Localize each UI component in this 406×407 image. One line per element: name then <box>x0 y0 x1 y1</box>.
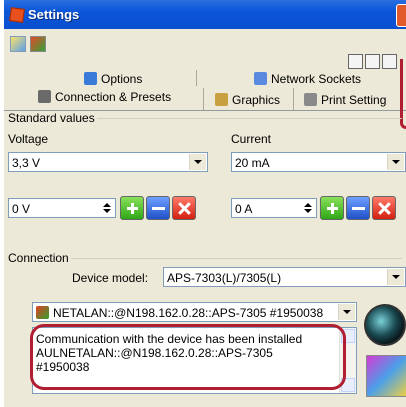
spin-arrows-icon[interactable] <box>303 203 313 213</box>
tab-divider <box>203 88 204 110</box>
annotation-highlight <box>30 324 346 390</box>
current-spin-input[interactable]: 0 A <box>231 198 317 218</box>
standard-values-group-title: Standard values <box>6 111 97 125</box>
device-tool-button[interactable] <box>366 355 406 397</box>
close-button[interactable] <box>396 4 406 27</box>
network-sockets-icon <box>254 72 267 85</box>
delete-current-button[interactable] <box>372 196 396 220</box>
remove-voltage-button[interactable] <box>146 196 170 220</box>
delete-voltage-button[interactable] <box>172 196 196 220</box>
print-icon <box>304 93 317 106</box>
settings-app-icon <box>9 7 25 23</box>
tab-divider <box>196 70 197 86</box>
connect-button[interactable] <box>364 304 406 346</box>
title-bar[interactable]: Settings <box>4 0 406 29</box>
voltage-label: Voltage <box>8 132 49 146</box>
tab-divider <box>293 88 294 110</box>
chevron-down-icon[interactable] <box>338 304 355 320</box>
tab-print-setting[interactable]: Print Setting <box>304 93 386 107</box>
chevron-down-icon[interactable] <box>387 154 404 170</box>
add-voltage-button[interactable] <box>120 196 144 220</box>
current-dropdown[interactable]: 20 mA <box>231 152 406 172</box>
tab-strip: Options Network Sockets Connection & Pre… <box>4 59 406 111</box>
device-model-label: Device model: <box>72 271 149 285</box>
add-current-button[interactable] <box>320 196 344 220</box>
connection-icon <box>38 90 51 103</box>
chevron-down-icon[interactable] <box>387 269 404 285</box>
save-icon[interactable] <box>10 36 26 52</box>
current-label: Current <box>231 132 272 146</box>
device-model-dropdown[interactable]: APS-7303(L)/7305(L) <box>163 267 406 287</box>
tab-network-sockets[interactable]: Network Sockets <box>254 72 361 86</box>
spin-arrows-icon[interactable] <box>102 203 112 213</box>
options-icon <box>84 72 97 85</box>
network-device-icon <box>36 306 49 319</box>
chevron-down-icon[interactable] <box>189 154 206 170</box>
tab-connection-presets[interactable]: Connection & Presets <box>38 90 171 104</box>
load-icon[interactable] <box>30 36 46 52</box>
device-address-dropdown[interactable]: NETALAN::@N198.162.0.28::APS-7305 #19500… <box>32 302 357 322</box>
tab-graphics[interactable]: Graphics <box>215 93 280 107</box>
settings-window: Settings Options Network Sockets Connect… <box>4 0 406 407</box>
toolbar <box>4 29 406 69</box>
connection-group-title: Connection <box>6 251 71 265</box>
voltage-dropdown[interactable]: 3,3 V <box>8 152 208 172</box>
tab-options[interactable]: Options <box>84 72 142 86</box>
window-title: Settings <box>28 7 80 22</box>
graphics-icon <box>215 93 228 106</box>
remove-current-button[interactable] <box>346 196 370 220</box>
voltage-spin-input[interactable]: 0 V <box>8 198 116 218</box>
